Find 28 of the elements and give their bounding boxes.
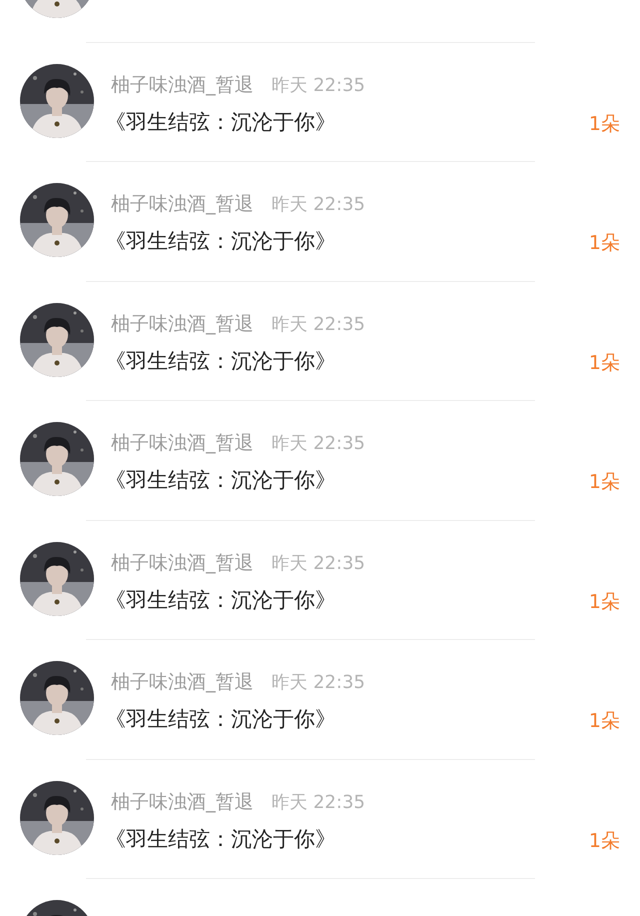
user-name: 柚子味浊酒_暂退 (111, 192, 254, 217)
user-name: 柚子味浊酒_暂退 (111, 670, 254, 695)
user-name: 柚子味浊酒_暂退 (111, 312, 254, 336)
flower-count: 1朵 (588, 112, 620, 136)
message-text: 《羽生结弦：沉沦于你》 (105, 348, 337, 374)
message-text: 《羽生结弦：沉沦于你》 (105, 228, 337, 254)
message-text: 《羽生结弦：沉沦于你》 (105, 826, 337, 852)
user-name: 柚子味浊酒_暂退 (111, 790, 254, 814)
timestamp: 昨天 22:35 (272, 432, 366, 455)
timestamp: 昨天 22:35 (272, 790, 366, 814)
timestamp: 昨天 22:35 (272, 671, 366, 694)
message-text: 《羽生结弦：沉沦于你》 (105, 706, 337, 732)
flower-count: 1朵 (588, 231, 620, 256)
timestamp: 昨天 22:35 (272, 74, 366, 96)
timestamp: 昨天 22:35 (272, 552, 366, 574)
flower-count: 1朵 (588, 590, 620, 614)
message-text: 《羽生结弦：沉沦于你》 (105, 108, 337, 134)
user-name: 柚子味浊酒_暂退 (111, 431, 254, 456)
flower-count: 1朵 (588, 350, 620, 376)
timestamp: 昨天 22:35 (272, 193, 366, 216)
flower-count: 1朵 (588, 470, 620, 495)
user-name: 柚子味浊酒_暂退 (111, 72, 254, 98)
timestamp: 昨天 22:35 (272, 312, 366, 336)
message-text: 《羽生结弦：沉沦于你》 (105, 467, 337, 493)
flower-count: 1朵 (588, 709, 620, 734)
user-name: 柚子味浊酒_暂退 (111, 550, 254, 576)
flower-count: 1朵 (588, 828, 620, 854)
message-text: 《羽生结弦：沉沦于你》 (105, 586, 337, 612)
